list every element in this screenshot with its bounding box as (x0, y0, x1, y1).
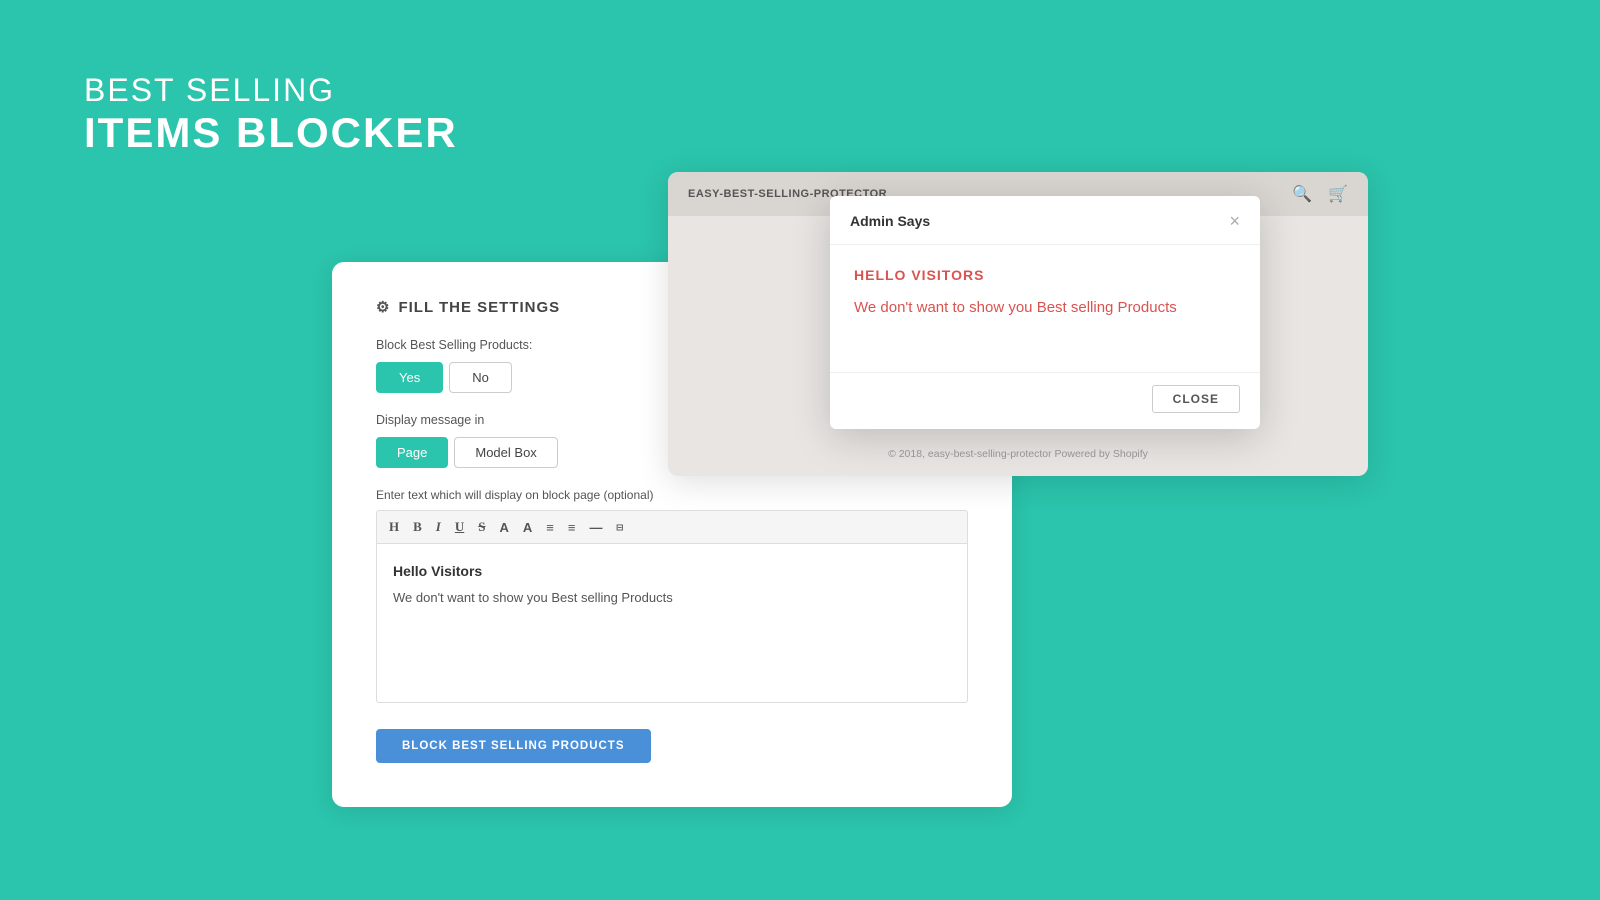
editor-body: We don't want to show you Best selling P… (393, 588, 951, 609)
modelbox-button[interactable]: Model Box (454, 437, 557, 468)
toolbar-h[interactable]: H (387, 518, 401, 536)
search-icon[interactable]: 🔍 (1292, 184, 1312, 204)
toolbar-hr[interactable]: — (587, 519, 604, 536)
modal-close-x-button[interactable]: × (1229, 212, 1240, 230)
toolbar-s[interactable]: S (476, 518, 487, 536)
toolbar-code[interactable]: ⊟ (614, 520, 625, 535)
gear-icon: ⚙ (376, 298, 390, 316)
no-button[interactable]: No (449, 362, 512, 393)
page-button[interactable]: Page (376, 437, 448, 468)
modal-hello: HELLO VISITORS (854, 267, 1236, 283)
modal-close-button[interactable]: CLOSE (1152, 385, 1240, 413)
modal-title: Admin Says (850, 213, 930, 229)
editor-heading: Hello Visitors (393, 560, 951, 582)
shopify-footer: © 2018, easy-best-selling-protector Powe… (668, 436, 1368, 476)
block-selling-button[interactable]: BLOCK BEST SELLING PRODUCTS (376, 729, 651, 763)
toolbar-u[interactable]: U (453, 518, 466, 536)
cart-icon[interactable]: 🛒 (1328, 184, 1348, 204)
toolbar-i[interactable]: I (434, 518, 443, 536)
shopify-icons: 🔍 🛒 (1292, 184, 1348, 204)
toolbar-ol[interactable]: ≡ (544, 519, 556, 536)
modal-body: HELLO VISITORS We don't want to show you… (830, 245, 1260, 372)
hero-line2: ITEMS BLOCKER (84, 109, 458, 157)
hero-title: BEST SELLING ITEMS BLOCKER (84, 72, 458, 157)
modal-message: We don't want to show you Best selling P… (854, 297, 1236, 320)
modal-footer: CLOSE (830, 372, 1260, 429)
toolbar-a2[interactable]: A (521, 519, 534, 536)
toolbar-b[interactable]: B (411, 518, 424, 536)
editor-content[interactable]: Hello Visitors We don't want to show you… (376, 543, 968, 703)
modal-dialog: Admin Says × HELLO VISITORS We don't wan… (830, 196, 1260, 429)
optional-label: Enter text which will display on block p… (376, 488, 968, 502)
yes-button[interactable]: Yes (376, 362, 443, 393)
editor-toolbar: H B I U S A A ≡ ≡ — ⊟ (376, 510, 968, 543)
settings-title-text: FILL THE SETTINGS (398, 299, 560, 316)
modal-header: Admin Says × (830, 196, 1260, 245)
hero-line1: BEST SELLING (84, 72, 458, 109)
toolbar-a[interactable]: A (497, 519, 510, 536)
toolbar-ul[interactable]: ≡ (566, 519, 578, 536)
